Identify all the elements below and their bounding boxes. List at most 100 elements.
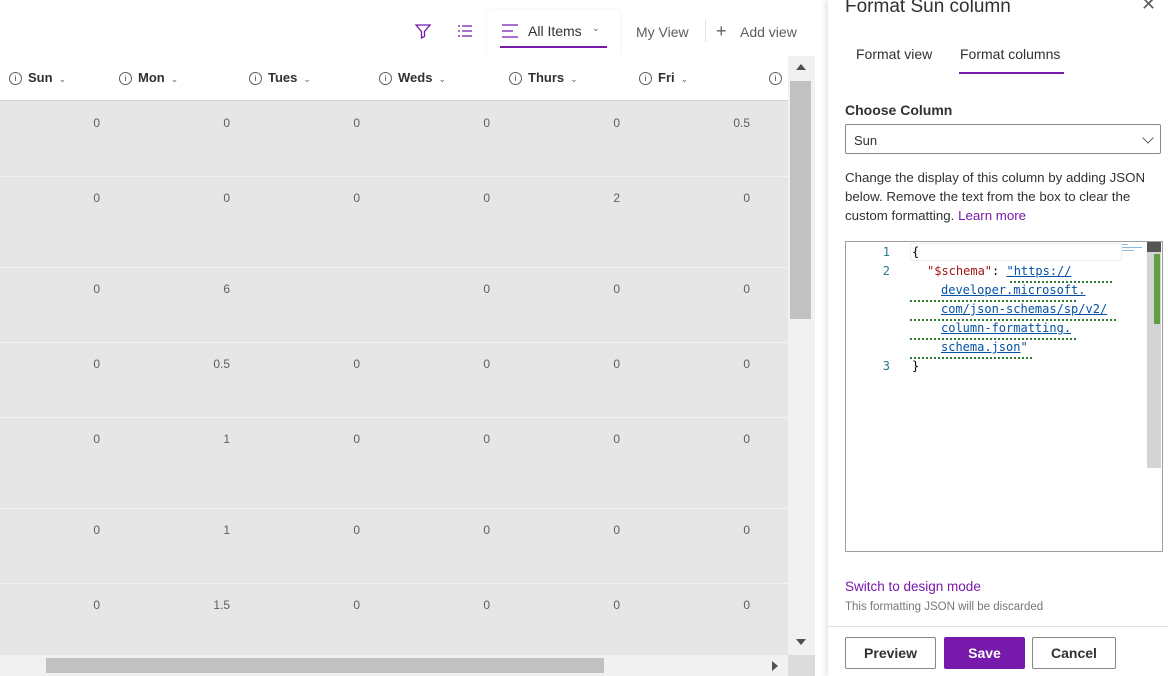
column-header-next[interactable]: i xyxy=(769,70,788,85)
table-row[interactable]: 0 6 0 0 0 xyxy=(0,267,788,343)
info-icon: i xyxy=(509,72,522,85)
table-cell: 0 xyxy=(353,523,360,537)
code-minimap[interactable] xyxy=(1122,244,1144,254)
table-cell: 0 xyxy=(93,598,100,612)
warning-squiggle xyxy=(910,338,1078,340)
table-cell: 6 xyxy=(223,282,230,296)
column-header-tues[interactable]: i Tues ⌄ xyxy=(249,70,311,85)
table-row[interactable]: 0 1.5 0 0 0 0 xyxy=(0,583,788,655)
warning-squiggle xyxy=(1010,281,1114,283)
save-button[interactable]: Save xyxy=(944,637,1025,669)
tab-my-view[interactable]: My View xyxy=(636,24,689,40)
table-cell: 0 xyxy=(93,191,100,205)
schema-url-part: schema.json xyxy=(941,340,1021,354)
column-header-label: Thurs xyxy=(528,70,565,85)
chevron-down-icon: ⌄ xyxy=(592,23,600,33)
horizontal-scrollbar[interactable] xyxy=(0,655,788,676)
chevron-down-icon xyxy=(1142,132,1154,144)
column-header-mon[interactable]: i Mon ⌄ xyxy=(119,70,178,85)
warning-squiggle xyxy=(910,357,1032,359)
code-line-3: } xyxy=(912,359,920,373)
tab-active-indicator xyxy=(500,46,607,48)
table-row[interactable]: 0 0 0 0 0 0.5 xyxy=(0,101,788,177)
filter-icon[interactable] xyxy=(414,22,434,42)
vertical-scrollbar[interactable] xyxy=(788,56,815,655)
table-cell: 0 xyxy=(223,116,230,130)
table-cell: 0 xyxy=(743,523,750,537)
table-row[interactable]: 0 1 0 0 0 0 xyxy=(0,508,788,584)
preview-button[interactable]: Preview xyxy=(845,637,936,669)
chevron-down-icon: ⌄ xyxy=(58,74,67,84)
editor-scrollbar[interactable] xyxy=(1147,242,1161,468)
chevron-down-icon: ⌄ xyxy=(303,74,311,84)
editor-warning-marker xyxy=(1154,254,1160,324)
tab-format-view[interactable]: Format view xyxy=(856,46,932,62)
command-bar: All Items ⌄ My View + Add view xyxy=(0,0,815,56)
table-cell: 0 xyxy=(483,116,490,130)
chevron-down-icon: ⌄ xyxy=(570,74,578,84)
line-number: 2 xyxy=(882,264,890,278)
info-icon: i xyxy=(639,72,652,85)
table-cell: 0 xyxy=(613,523,620,537)
code-line-2-wrap: schema.json" xyxy=(941,338,1028,357)
info-icon: i xyxy=(119,72,132,85)
learn-more-link[interactable]: Learn more xyxy=(958,208,1026,223)
table-row[interactable]: 0 0 0 0 2 0 xyxy=(0,176,788,268)
table-cell: 0 xyxy=(353,598,360,612)
add-view-label: Add view xyxy=(740,24,797,40)
table-cell: 0 xyxy=(743,598,750,612)
column-header-fri[interactable]: i Fri ⌄ xyxy=(639,70,688,85)
table-cell: 0 xyxy=(613,598,620,612)
plus-icon: + xyxy=(716,21,727,41)
schema-key: "$schema" xyxy=(927,264,993,278)
discard-note: This formatting JSON will be discarded xyxy=(845,601,1044,613)
tab-all-items[interactable]: All Items ⌄ xyxy=(487,10,620,56)
cancel-button[interactable]: Cancel xyxy=(1032,637,1116,669)
table-cell: 0 xyxy=(743,191,750,205)
column-header-label: Weds xyxy=(398,70,433,85)
schema-url-part: "https:// xyxy=(1006,264,1072,278)
table-cell: 0 xyxy=(93,357,100,371)
json-editor[interactable]: 1 2 3 { "$schema": "https:// developer.m… xyxy=(845,241,1163,552)
table-cell: 0 xyxy=(483,191,490,205)
footer-divider xyxy=(828,626,1168,627)
scroll-up-arrow-icon[interactable] xyxy=(796,64,806,70)
closing-quote: " xyxy=(1020,340,1028,354)
table-cell: 1 xyxy=(223,432,230,446)
scroll-right-arrow-icon[interactable] xyxy=(772,661,778,671)
table-cell: 0 xyxy=(613,432,620,446)
code-line-2-wrap: developer.microsoft. xyxy=(941,281,1086,300)
table-cell: 0 xyxy=(353,191,360,205)
switch-to-design-mode-link[interactable]: Switch to design mode xyxy=(845,579,981,594)
column-header-weds[interactable]: i Weds ⌄ xyxy=(379,70,446,85)
close-icon[interactable]: ✕ xyxy=(1141,0,1156,15)
table-cell: 0 xyxy=(483,357,490,371)
info-icon: i xyxy=(249,72,262,85)
column-header-label: Tues xyxy=(268,70,298,85)
scroll-thumb[interactable] xyxy=(46,658,604,673)
group-by-icon[interactable] xyxy=(456,22,476,42)
tab-format-columns[interactable]: Format columns xyxy=(960,46,1060,62)
scroll-down-arrow-icon[interactable] xyxy=(796,639,806,645)
table-row[interactable]: 0 0.5 0 0 0 0 xyxy=(0,342,788,418)
info-icon: i xyxy=(769,72,782,85)
info-icon: i xyxy=(379,72,392,85)
table-cell: 0 xyxy=(483,523,490,537)
list-view: All Items ⌄ My View + Add view i Sun ⌄ i Mo… xyxy=(0,0,828,676)
table-cell: 0 xyxy=(613,116,620,130)
schema-url-part: developer.microsoft. xyxy=(941,283,1086,297)
table-cell: 0 xyxy=(613,357,620,371)
colon: : xyxy=(992,264,1007,278)
scroll-thumb[interactable] xyxy=(790,81,811,319)
table-cell: 0 xyxy=(93,523,100,537)
choose-column-dropdown[interactable]: Sun xyxy=(845,124,1161,154)
column-header-row: i Sun ⌄ i Mon ⌄ i Tues ⌄ i Weds ⌄ i Thurs ⌄ i Fri ⌄ … xyxy=(0,56,788,101)
column-header-sun[interactable]: i Sun ⌄ xyxy=(9,70,66,85)
code-line-2-wrap: column-formatting. xyxy=(941,319,1071,338)
editor-cursor-marker xyxy=(1147,242,1161,252)
current-line-highlight xyxy=(910,243,1122,261)
table-row[interactable]: 0 1 0 0 0 0 xyxy=(0,417,788,509)
tab-active-indicator xyxy=(959,72,1064,74)
selected-column-value: Sun xyxy=(854,133,878,148)
column-header-thurs[interactable]: i Thurs ⌄ xyxy=(509,70,578,85)
